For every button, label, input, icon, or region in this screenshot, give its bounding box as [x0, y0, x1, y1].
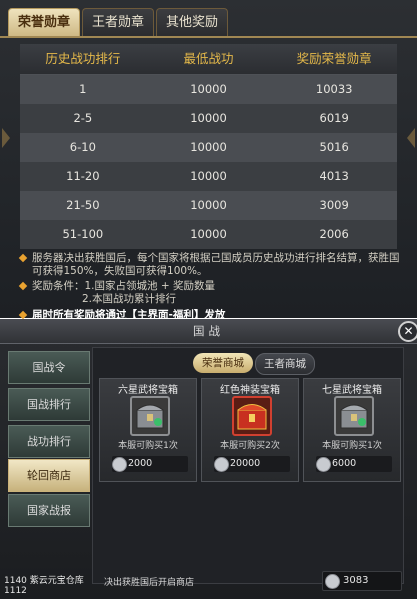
table-row: 21-50 10000 3009 — [20, 191, 397, 220]
reward-table: 历史战功排行 最低战功 奖励荣誉勋章 1 10000 10033 2-5 10000 6… — [20, 44, 397, 249]
reward-cell: 6019 — [319, 111, 349, 125]
coin-icon — [214, 457, 229, 472]
rank-cell: 2-5 — [73, 111, 93, 125]
red-chest-icon — [232, 396, 272, 436]
shop-item-card[interactable]: 六星武将宝箱 本服可购买1次 2000 — [99, 378, 197, 482]
price-value: 20000 — [230, 458, 261, 469]
tab-honor-medal[interactable]: 荣誉勋章 — [8, 8, 80, 37]
bullet-diamond-icon — [18, 253, 28, 263]
coin-icon — [325, 574, 340, 589]
left-arrow-icon — [2, 128, 10, 148]
rank-cell: 51-100 — [62, 227, 104, 241]
purchase-limit: 本服可购买1次 — [118, 441, 178, 451]
header-min-merit: 最低战功 — [183, 51, 234, 66]
currency-box: 3083 — [322, 571, 402, 591]
merit-cell: 10000 — [190, 227, 227, 241]
purchase-limit: 本服可购买1次 — [322, 441, 382, 451]
close-button[interactable]: ✕ — [398, 321, 417, 342]
merit-cell: 10000 — [190, 140, 227, 154]
tab-king-medal[interactable]: 王者勋章 — [82, 8, 154, 37]
tab-honor-shop[interactable]: 荣誉商城 — [193, 353, 253, 373]
note-conditions: 奖励条件：1.国家占领城池 + 奖励数量 — [18, 280, 405, 293]
reward-panel: 荣誉勋章 王者勋章 其他奖励 历史战功排行 最低战功 奖励荣誉勋章 1 10000… — [0, 0, 417, 321]
rules-notes: 服务器决出获胜国后，每个国家将根据己国成员历史战功进行排名结算，获胜国可获得15… — [18, 252, 405, 322]
table-row: 6-10 10000 5016 — [20, 133, 397, 162]
merit-cell: 10000 — [190, 169, 227, 183]
shop-item-card[interactable]: 红色神装宝箱 本服可购买2次 20000 — [201, 378, 299, 482]
shop-open-hint: 决出获胜国后开启商店 — [104, 578, 195, 588]
price-value: 2000 — [128, 458, 153, 469]
table-header: 历史战功排行 最低战功 奖励荣誉勋章 — [20, 44, 397, 75]
nation-war-window: 国战 ✕ 国战令 国战排行 战功排行 轮回商店 国家战报 荣誉商城 王者商城 六… — [0, 319, 417, 599]
sidebar-item-merit-ranking[interactable]: 战功排行 — [8, 425, 90, 458]
bullet-diamond-icon — [18, 281, 28, 291]
silver-chest-icon — [334, 396, 374, 436]
sidebar-item-nation-report[interactable]: 国家战报 — [8, 494, 90, 527]
price-box: 2000 — [112, 456, 188, 472]
note-conditions-2: 2.本国战功累计排行 — [82, 293, 177, 305]
reward-cell: 3009 — [319, 198, 349, 212]
watermark-overlay: 1140 紫云元宝仓库 1112 — [4, 576, 84, 596]
merit-cell: 10000 — [190, 82, 227, 96]
table-row: 2-5 10000 6019 — [20, 104, 397, 133]
item-title: 七星武将宝箱 — [322, 385, 382, 396]
price-box: 20000 — [214, 456, 290, 472]
window-title: 国战 — [193, 324, 224, 338]
reward-cell: 10033 — [315, 82, 353, 96]
table-row: 1 10000 10033 — [20, 75, 397, 104]
item-title: 红色神装宝箱 — [220, 385, 280, 396]
reward-cell: 2006 — [319, 227, 349, 241]
shop-area: 荣誉商城 王者商城 六星武将宝箱 本服可购买1次 2000 红色神装宝箱 本服可… — [92, 347, 404, 584]
table-row: 11-20 10000 4013 — [20, 162, 397, 191]
reward-cell: 5016 — [319, 140, 349, 154]
header-reward: 奖励荣誉勋章 — [296, 51, 372, 66]
header-rank: 历史战功排行 — [45, 51, 121, 66]
sidebar-item-war-ranking[interactable]: 国战排行 — [8, 388, 90, 421]
sidebar-item-war-order[interactable]: 国战令 — [8, 351, 90, 384]
tab-other-rewards[interactable]: 其他奖励 — [156, 8, 228, 37]
reward-cell: 4013 — [319, 169, 349, 183]
price-value: 6000 — [332, 458, 357, 469]
merit-cell: 10000 — [190, 111, 227, 125]
tab-king-shop[interactable]: 王者商城 — [255, 353, 315, 375]
currency-amount: 3083 — [343, 575, 369, 586]
rank-cell: 11-20 — [66, 169, 100, 183]
tab-divider — [0, 36, 417, 38]
right-arrow-icon — [407, 128, 415, 148]
bullet-diamond-icon — [18, 310, 28, 320]
silver-chest-icon — [130, 396, 170, 436]
price-box: 6000 — [316, 456, 392, 472]
purchase-limit: 本服可购买2次 — [220, 441, 280, 451]
note-settlement: 服务器决出获胜国后，每个国家将根据己国成员历史战功进行排名结算，获胜国可获得15… — [18, 252, 405, 278]
rank-cell: 6-10 — [69, 140, 96, 154]
table-row: 51-100 10000 2006 — [20, 220, 397, 249]
sidebar-item-cycle-shop[interactable]: 轮回商店 — [8, 459, 90, 492]
shop-item-card[interactable]: 七星武将宝箱 本服可购买1次 6000 — [303, 378, 401, 482]
coin-icon — [112, 457, 127, 472]
window-header: 国战 — [0, 319, 417, 344]
rank-cell: 21-50 — [66, 198, 100, 212]
merit-cell: 10000 — [190, 198, 227, 212]
item-title: 六星武将宝箱 — [118, 385, 178, 396]
coin-icon — [316, 457, 331, 472]
rank-cell: 1 — [79, 82, 87, 96]
